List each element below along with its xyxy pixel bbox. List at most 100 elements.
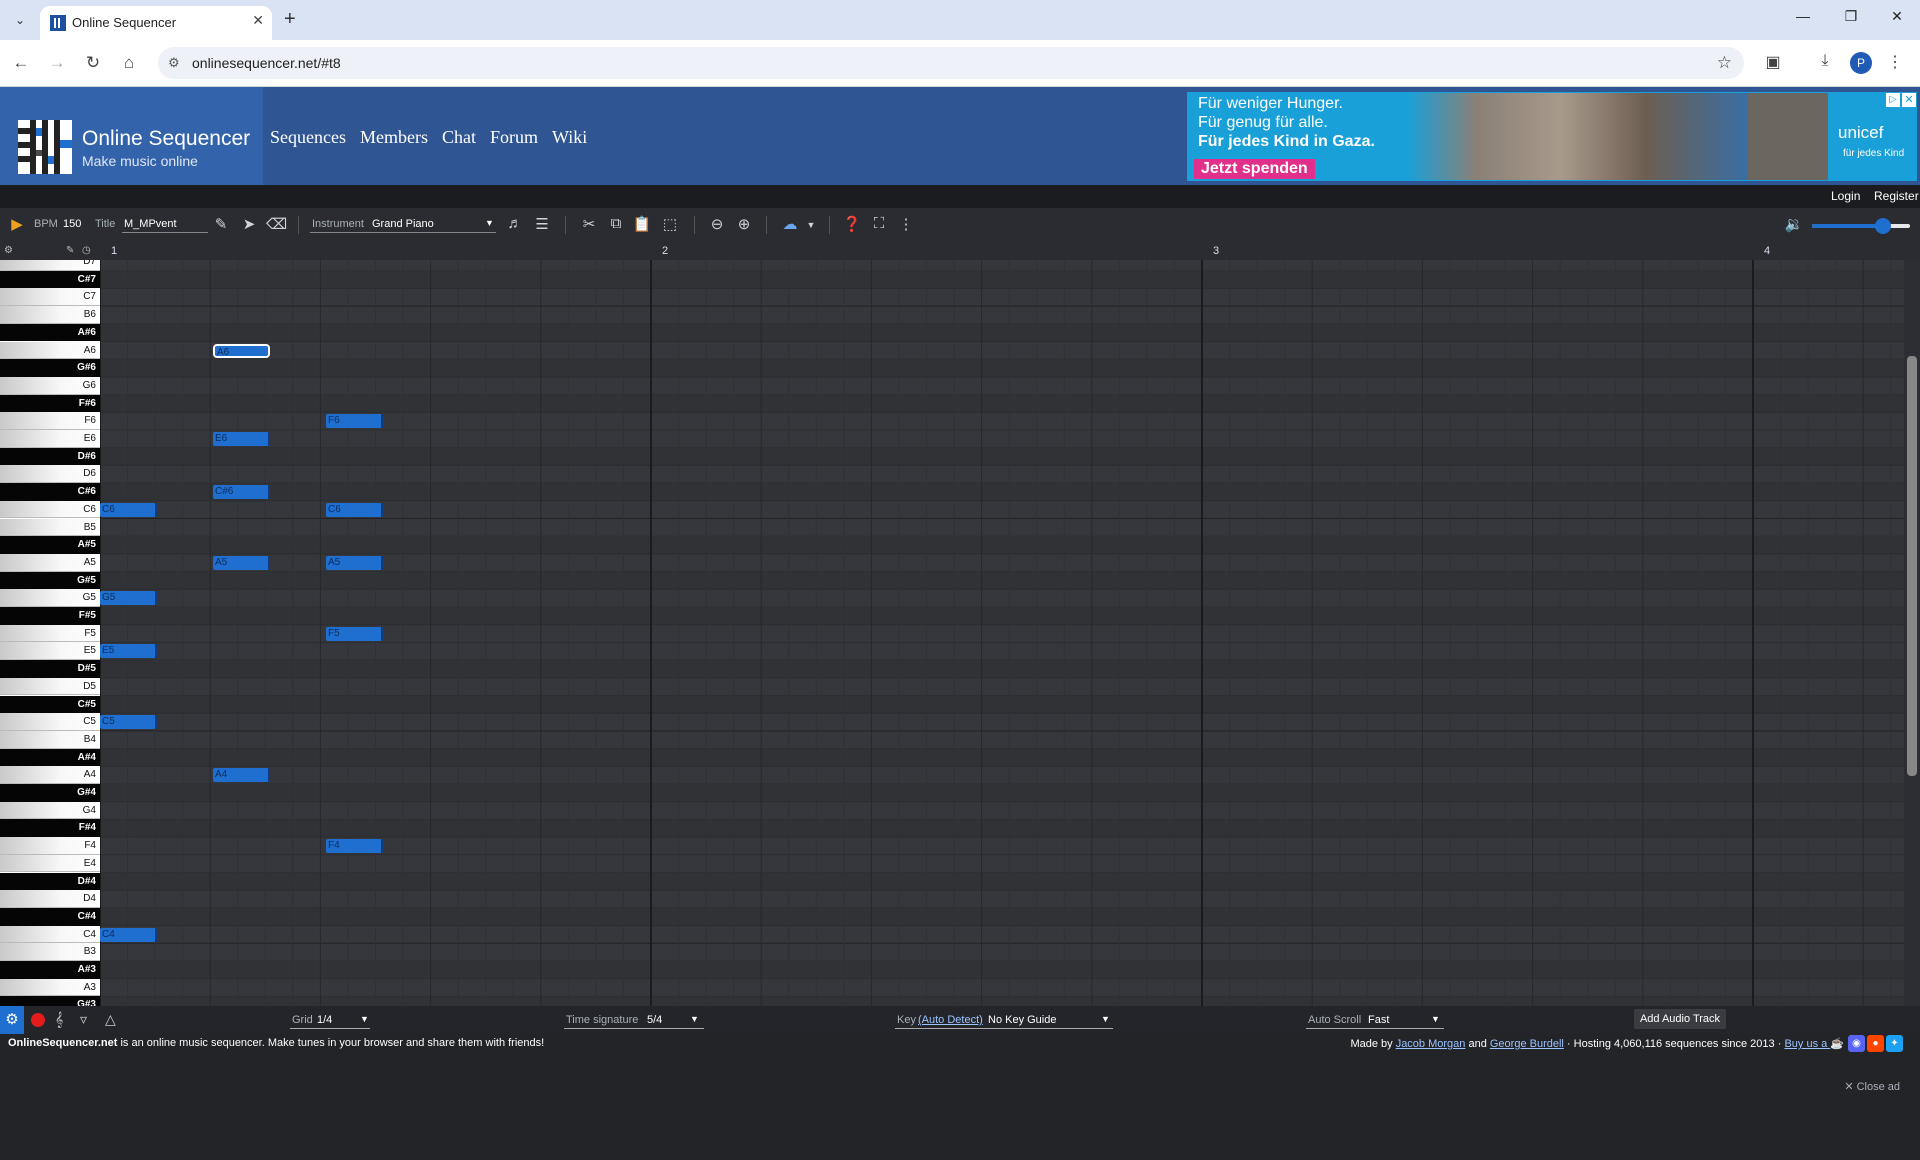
note[interactable]: C6 (100, 502, 157, 517)
vertical-scrollbar[interactable] (1904, 260, 1920, 1006)
piano-key[interactable]: A5 (0, 553, 100, 572)
profile-avatar[interactable]: P (1850, 52, 1872, 74)
cloud-upload-icon[interactable]: ☁ (780, 215, 800, 233)
clock-icon[interactable]: ◷ (82, 245, 91, 256)
piano-key[interactable]: C7 (0, 288, 100, 307)
bpm-input[interactable]: 150 (63, 218, 81, 230)
ad-close-icon[interactable]: ✕ (1902, 93, 1916, 107)
piano-key[interactable]: C#6 (0, 483, 100, 501)
tab-list-button[interactable]: ⌄ (8, 8, 32, 32)
piano-key[interactable]: G#5 (0, 571, 100, 590)
instrument-settings-icon[interactable]: ♬ (505, 215, 525, 232)
site-info-icon[interactable]: ⚙ (168, 55, 180, 71)
piano-key[interactable]: F5 (0, 624, 100, 643)
minimize-icon[interactable]: — (1788, 8, 1818, 24)
download-icon[interactable]: ⤓ (1814, 52, 1836, 70)
piano-key[interactable]: G4 (0, 801, 100, 820)
key-dropdown-icon[interactable]: ▼ (1101, 1014, 1110, 1024)
nav-forum[interactable]: Forum (490, 127, 538, 148)
pencil-mode-icon[interactable]: ✎ (66, 245, 74, 256)
restore-icon[interactable]: ❐ (1836, 8, 1866, 25)
reddit-icon[interactable]: ● (1867, 1035, 1884, 1052)
record-icon[interactable] (31, 1013, 45, 1027)
time-signature-select[interactable]: 5/4 (647, 1014, 662, 1026)
note[interactable]: F6 (326, 414, 383, 429)
note[interactable]: E5 (100, 644, 157, 659)
back-icon[interactable]: ← (10, 52, 32, 74)
auto-scroll-dropdown-icon[interactable]: ▼ (1431, 1014, 1440, 1024)
tab-close-icon[interactable]: ✕ (252, 12, 264, 29)
ad-info-icon[interactable]: ▷ (1886, 93, 1900, 107)
address-bar[interactable]: ⚙ onlinesequencer.net/#t8 ☆ (158, 47, 1744, 79)
play-icon[interactable]: ▶ (7, 215, 27, 233)
note[interactable]: C#6 (213, 485, 270, 500)
url-text[interactable]: onlinesequencer.net/#t8 (192, 55, 341, 71)
piano-key[interactable]: G5 (0, 589, 100, 607)
zoom-out-icon[interactable]: ⊖ (707, 215, 727, 233)
timeline-ruler[interactable]: ⚙ ✎ ◷ 1 2 3 4 (0, 242, 1920, 260)
piano-key[interactable]: A#6 (0, 323, 100, 342)
grid-select[interactable]: 1/4 (317, 1014, 332, 1026)
more-options-icon[interactable]: ⋮ (896, 215, 916, 233)
forward-icon[interactable]: → (46, 52, 68, 74)
piano-key[interactable]: C5 (0, 713, 100, 731)
piano-key[interactable]: E4 (0, 854, 100, 873)
help-icon[interactable]: ❓ (842, 215, 862, 233)
piano-key[interactable]: B4 (0, 730, 100, 749)
home-icon[interactable]: ⌂ (118, 52, 140, 74)
register-link[interactable]: Register (1874, 189, 1919, 203)
piano-key[interactable]: A#5 (0, 536, 100, 554)
nav-members[interactable]: Members (360, 127, 428, 148)
piano-key[interactable]: E6 (0, 430, 100, 448)
piano-key[interactable]: F4 (0, 837, 100, 855)
piano-key[interactable]: C#7 (0, 270, 100, 289)
add-audio-track-button[interactable]: Add Audio Track (1634, 1009, 1726, 1029)
window-close-icon[interactable]: ✕ (1882, 8, 1912, 25)
reload-icon[interactable]: ↻ (82, 52, 104, 74)
bookmark-star-icon[interactable]: ☆ (1717, 53, 1732, 73)
discord-icon[interactable]: ◉ (1848, 1035, 1865, 1052)
note[interactable]: A6 (213, 343, 270, 358)
sliders-icon[interactable]: ☰ (532, 215, 552, 233)
note[interactable]: C5 (100, 715, 157, 730)
piano-key[interactable]: A6 (0, 341, 100, 360)
piano-key[interactable]: B6 (0, 306, 100, 324)
piano-key[interactable]: A#4 (0, 748, 100, 767)
piano-key[interactable]: A#3 (0, 961, 100, 979)
piano-key[interactable]: D6 (0, 465, 100, 484)
zoom-in-icon[interactable]: ⊕ (734, 215, 754, 233)
note[interactable]: C6 (326, 502, 383, 517)
paste-icon[interactable]: 📋 (632, 215, 652, 233)
filter-icon[interactable]: ▿ (80, 1011, 87, 1028)
piano-key[interactable]: F#6 (0, 394, 100, 413)
nav-wiki[interactable]: Wiki (552, 127, 587, 148)
piano-key[interactable]: A4 (0, 766, 100, 784)
piano-key[interactable]: F6 (0, 412, 100, 430)
piano-key[interactable]: C6 (0, 500, 100, 519)
grid-settings-icon[interactable]: ⚙ (4, 245, 13, 256)
midi-icon[interactable]: 𝄞 (55, 1011, 63, 1028)
buy-us-link[interactable]: Buy us a (1784, 1038, 1830, 1050)
ad-banner[interactable]: Für weniger Hunger. Für genug für alle. … (1187, 92, 1917, 181)
coffee-icon[interactable]: ☕ (1830, 1038, 1844, 1050)
note[interactable]: A5 (326, 555, 383, 570)
instrument-dropdown-icon[interactable]: ▼ (485, 218, 494, 228)
select-all-icon[interactable]: ⬚ (660, 215, 680, 233)
auto-detect-link[interactable]: (Auto Detect) (918, 1014, 983, 1026)
edit-pencil-icon[interactable]: ✎ (211, 215, 231, 233)
fullscreen-icon[interactable]: ⛶ (869, 215, 889, 232)
piano-key[interactable]: C#4 (0, 907, 100, 926)
piano-key[interactable]: G6 (0, 376, 100, 395)
auto-scroll-select[interactable]: Fast (1368, 1014, 1389, 1026)
volume-icon[interactable]: 🔉 (1784, 215, 1804, 233)
piano-key[interactable]: D4 (0, 890, 100, 908)
scrollbar-thumb[interactable] (1907, 356, 1917, 776)
note[interactable]: G5 (100, 591, 157, 606)
copy-icon[interactable]: ⧉ (606, 215, 626, 232)
settings-gear-icon[interactable]: ⚙ (0, 1006, 24, 1034)
piano-key[interactable]: G#3 (0, 996, 100, 1006)
note[interactable]: F5 (326, 626, 383, 641)
piano-key[interactable]: D7 (0, 260, 100, 271)
browser-menu-icon[interactable]: ⋮ (1884, 52, 1906, 72)
piano-key[interactable]: F#5 (0, 607, 100, 625)
